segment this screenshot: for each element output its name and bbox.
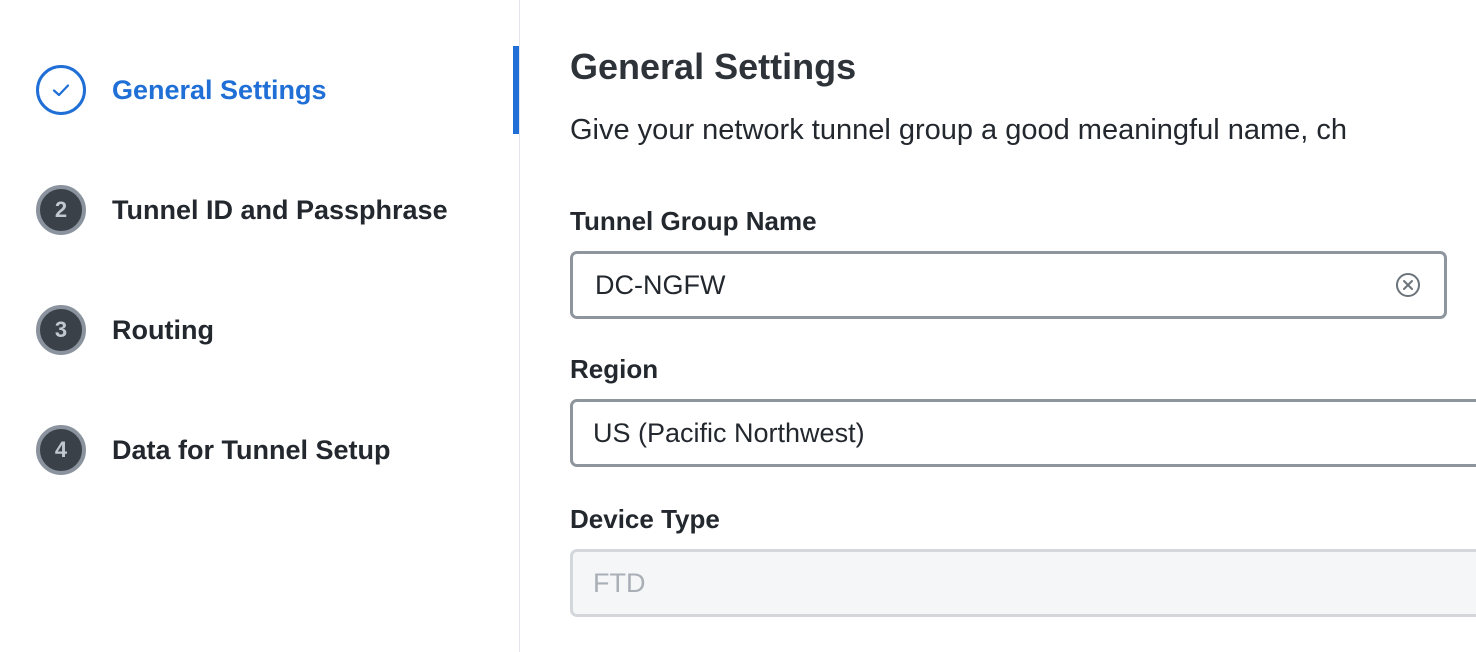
region-value: US (Pacific Northwest) [593,417,865,448]
step-general-settings[interactable]: General Settings [36,62,327,118]
device-type-label: Device Type [570,504,720,534]
page-title: General Settings [570,46,857,87]
tunnel-group-wizard: General Settings 2 Tunnel ID and Passphr… [0,0,1476,652]
clear-circle-x-icon[interactable] [1394,271,1422,299]
step-routing[interactable]: 3 Routing [36,302,214,358]
step-number-badge: 3 [36,305,86,355]
tunnel-group-name-input[interactable]: DC-NGFW [570,251,1447,319]
wizard-stepper: General Settings 2 Tunnel ID and Passphr… [0,0,520,652]
step-number-badge: 2 [36,185,86,235]
step-complete-badge [36,65,86,115]
step-label: Routing [112,314,214,345]
step-label: Data for Tunnel Setup [112,434,391,465]
checkmark-icon [52,84,70,97]
general-settings-panel: General Settings Give your network tunne… [570,0,1476,652]
region-select[interactable]: US (Pacific Northwest) [570,399,1476,467]
device-type-value: FTD [593,567,646,598]
device-type-field: FTD [570,549,1476,617]
tunnel-group-name-label: Tunnel Group Name [570,206,817,236]
step-label: Tunnel ID and Passphrase [112,194,448,225]
step-tunnel-id-passphrase[interactable]: 2 Tunnel ID and Passphrase [36,182,448,238]
region-label: Region [570,354,659,384]
page-description: Give your network tunnel group a good me… [570,114,1348,146]
step-data-for-tunnel-setup[interactable]: 4 Data for Tunnel Setup [36,422,391,478]
active-step-indicator [513,46,519,134]
tunnel-group-name-value: DC-NGFW [595,269,726,300]
step-number-badge: 4 [36,425,86,475]
step-label: General Settings [112,74,327,105]
